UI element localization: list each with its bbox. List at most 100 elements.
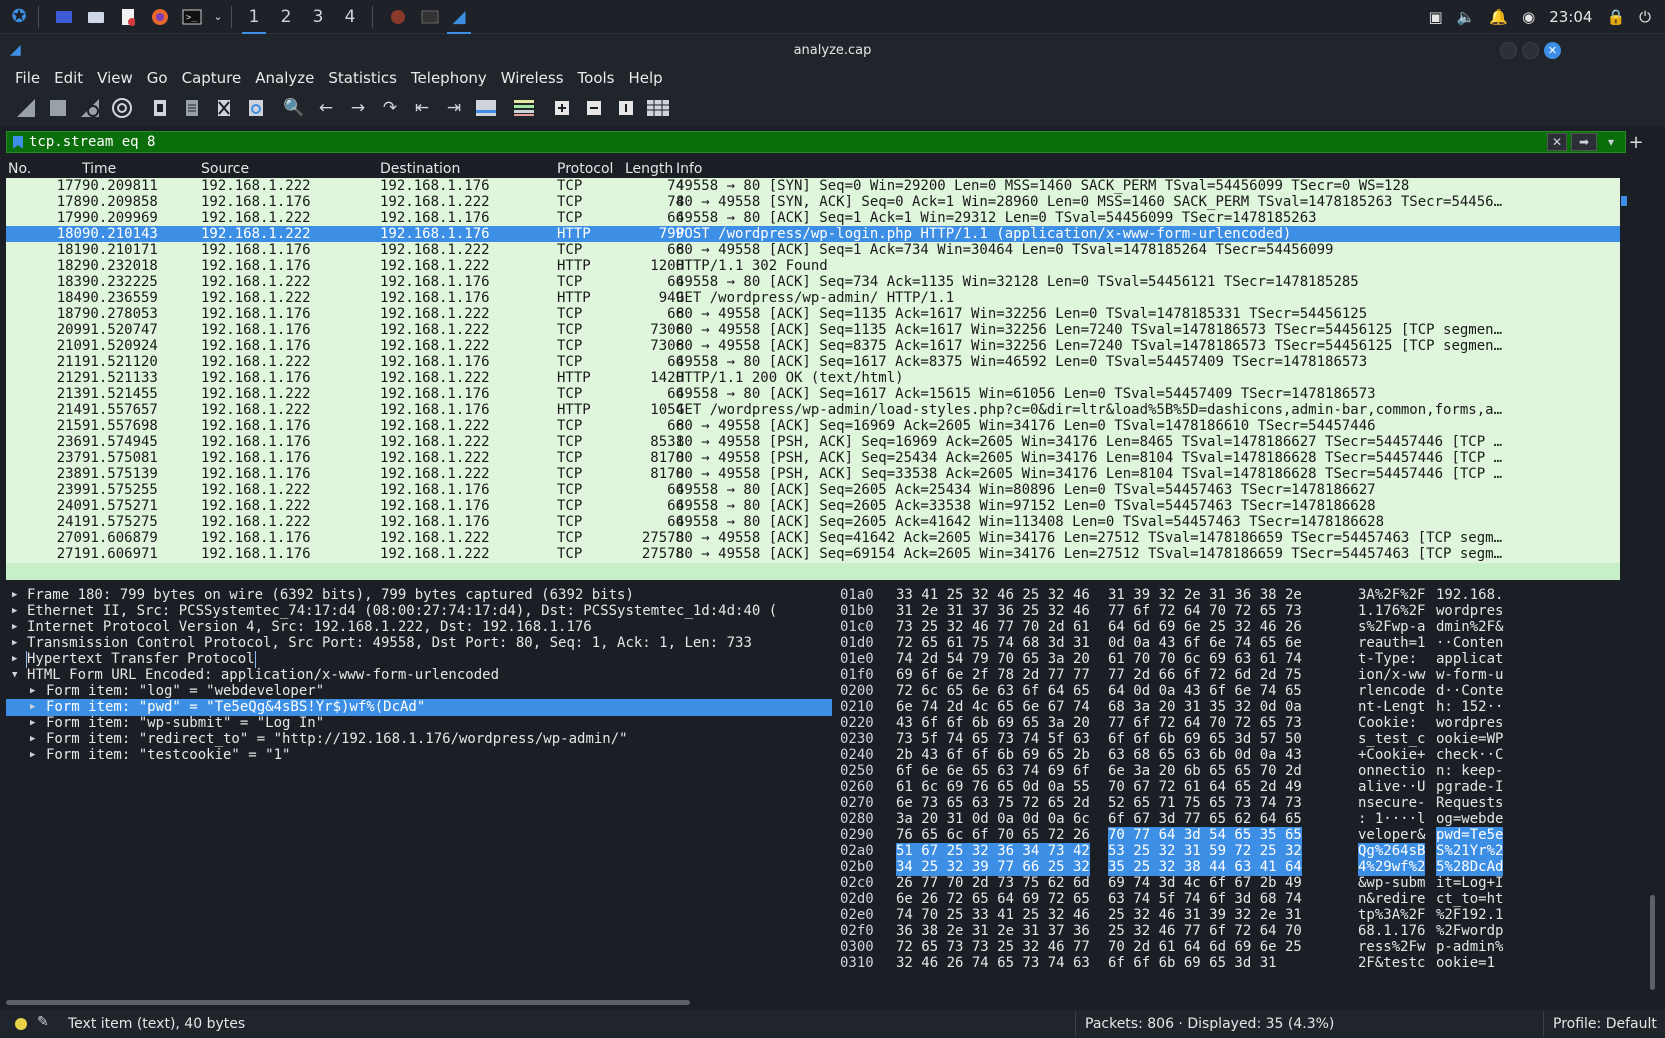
ascii-bytes[interactable]: check··C <box>1436 747 1503 764</box>
hex-bytes[interactable]: 0d 0a 43 6f 6e 74 65 6e <box>1108 635 1302 652</box>
menu-view[interactable]: View <box>90 69 140 87</box>
hex-bytes[interactable]: 69 6f 6e 2f 78 2d 77 77 <box>896 667 1090 684</box>
volume-icon[interactable]: 🔈 <box>1457 8 1476 26</box>
ascii-bytes[interactable]: 5%28DcAd <box>1436 859 1504 876</box>
packet-row[interactable]: 215 91.557698 192.168.1.176 192.168.1.222 TC… <box>6 418 1620 435</box>
save-file-icon[interactable] <box>176 94 208 122</box>
menu-help[interactable]: Help <box>621 69 669 87</box>
ascii-bytes[interactable]: h: 152·· <box>1436 699 1503 716</box>
ascii-bytes[interactable]: wordpres <box>1436 715 1503 732</box>
ascii-bytes[interactable]: dmin%2F& <box>1436 619 1503 636</box>
hex-bytes[interactable]: 26 77 70 2d 73 75 62 6d <box>896 875 1090 892</box>
hex-bytes[interactable]: 72 6c 65 6e 63 6f 64 65 <box>896 683 1090 700</box>
hex-bytes[interactable]: 6f 67 3d 77 65 62 64 65 <box>1108 811 1302 828</box>
ascii-bytes[interactable]: 2F&testc <box>1358 955 1425 972</box>
collapsed-arrow-icon[interactable]: ▶ <box>30 747 42 764</box>
ascii-bytes[interactable]: wordpres <box>1436 603 1503 620</box>
hex-bytes[interactable]: 61 70 70 6c 69 63 61 74 <box>1108 651 1302 668</box>
details-tree-item[interactable]: ▶ Form item: "testcookie" = "1" <box>6 747 832 764</box>
column-header-destination[interactable]: Destination <box>380 161 460 177</box>
collapsed-arrow-icon[interactable]: ▶ <box>30 683 42 700</box>
go-to-packet-icon[interactable]: ↷ <box>374 94 406 122</box>
status-packet-count[interactable]: Packets: 806 · Displayed: 35 (4.3%) <box>1085 1016 1334 1032</box>
hex-bytes[interactable]: 63 74 5f 74 6f 3d 68 74 <box>1108 891 1302 908</box>
text-editor-icon[interactable] <box>115 5 141 29</box>
hex-bytes[interactable]: 77 6f 72 64 70 72 65 73 <box>1108 603 1302 620</box>
details-tree-item[interactable]: ▶ Form item: "redirect_to" = "http://192.… <box>6 731 832 748</box>
hex-bytes[interactable]: 70 67 72 61 64 65 2d 49 <box>1108 779 1302 796</box>
reload-file-icon[interactable] <box>240 94 272 122</box>
workspace-4[interactable]: 4 <box>334 0 366 34</box>
first-packet-icon[interactable]: ⇤ <box>406 94 438 122</box>
status-profile[interactable]: Profile: Default <box>1553 1016 1657 1032</box>
ascii-bytes[interactable]: w-form-u <box>1436 667 1503 684</box>
hex-bytes[interactable]: 35 25 32 38 44 63 41 64 <box>1108 859 1302 876</box>
details-tree-item[interactable]: ▶ Ethernet II, Src: PCSSystemtec_74:17:d4… <box>6 603 832 620</box>
display-filter-bar[interactable]: tcp.stream eq 8 ✕ ➡ ▾ <box>6 131 1626 153</box>
packet-row[interactable]: 241 91.575275 192.168.1.222 192.168.1.176 TC… <box>6 514 1620 531</box>
ascii-bytes[interactable]: nt-Lengt <box>1358 699 1425 716</box>
zoom-in-icon[interactable] <box>546 94 578 122</box>
shark-fin-start-icon[interactable] <box>10 94 42 122</box>
packet-row[interactable]: 209 91.520747 192.168.1.176 192.168.1.222 TC… <box>6 322 1620 339</box>
ascii-bytes[interactable]: 192.168. <box>1436 587 1503 604</box>
clear-filter-icon[interactable]: ✕ <box>1547 133 1567 151</box>
hex-bytes[interactable]: 31 2e 31 37 36 25 32 46 <box>896 603 1090 620</box>
hex-bytes[interactable]: 43 6f 6f 6b 69 65 3a 20 <box>896 715 1090 732</box>
hex-bytes[interactable]: 36 38 2e 31 2e 31 37 36 <box>896 923 1090 940</box>
bookmark-icon[interactable] <box>13 135 23 149</box>
hex-bytes[interactable]: 77 2d 66 6f 72 6d 2d 75 <box>1108 667 1302 684</box>
hex-bytes[interactable]: 6e 26 72 65 64 69 72 65 <box>896 891 1090 908</box>
details-tree-item[interactable]: ▶ Hypertext Transfer Protocol <box>6 651 832 668</box>
packet-row[interactable]: 213 91.521455 192.168.1.222 192.168.1.176 TC… <box>6 386 1620 403</box>
hex-bytes[interactable]: 25 32 46 31 39 32 2e 31 <box>1108 907 1302 924</box>
ascii-bytes[interactable]: 1.176%2F <box>1358 603 1425 620</box>
packet-row[interactable]: 240 91.575271 192.168.1.222 192.168.1.176 TC… <box>6 498 1620 515</box>
details-tree-item[interactable]: ▼ HTML Form URL Encoded: application/x-ww… <box>6 667 832 684</box>
hex-bytes[interactable]: 51 67 25 32 36 34 73 42 <box>896 843 1090 860</box>
desktop-icon[interactable] <box>51 5 77 29</box>
ascii-bytes[interactable]: S%21Yr%2 <box>1436 843 1504 860</box>
packet-list[interactable]: No. Time Source Destination Protocol Len… <box>6 160 1620 580</box>
go-forward-icon[interactable]: → <box>342 94 374 122</box>
last-packet-icon[interactable]: ⇥ <box>438 94 470 122</box>
clipboard-icon[interactable]: ▣ <box>1429 8 1443 26</box>
find-packet-icon[interactable]: 🔍 <box>278 94 310 122</box>
packet-row[interactable]: 238 91.575139 192.168.1.176 192.168.1.222 TC… <box>6 466 1620 483</box>
expanded-arrow-icon[interactable]: ▼ <box>12 667 24 684</box>
ascii-bytes[interactable]: onnectio <box>1358 763 1425 780</box>
collapsed-arrow-icon[interactable]: ▶ <box>12 603 24 620</box>
ascii-bytes[interactable]: rlencode <box>1358 683 1425 700</box>
hex-bytes[interactable]: 70 2d 61 64 6d 69 6e 25 <box>1108 939 1302 956</box>
packet-row[interactable]: 239 91.575255 192.168.1.222 192.168.1.176 TC… <box>6 482 1620 499</box>
packet-row[interactable]: 179 90.209969 192.168.1.222 192.168.1.176 TC… <box>6 210 1620 227</box>
ascii-bytes[interactable]: veloper& <box>1358 827 1425 844</box>
ascii-bytes[interactable]: tp%3A%2F <box>1358 907 1425 924</box>
packet-details-tree[interactable]: ▶ Frame 180: 799 bytes on wire (6392 bits… <box>6 585 832 990</box>
ascii-bytes[interactable]: pgrade-I <box>1436 779 1503 796</box>
ascii-bytes[interactable]: %2Fwordp <box>1436 923 1503 940</box>
hex-bytes[interactable]: 33 41 25 32 46 25 32 46 <box>896 587 1090 604</box>
clock[interactable]: 23:04 <box>1549 8 1592 26</box>
workspace-1[interactable]: 1 <box>238 0 270 34</box>
collapsed-arrow-icon[interactable]: ▶ <box>30 699 42 716</box>
hex-bytes[interactable]: 31 39 32 2e 31 36 38 2e <box>1108 587 1302 604</box>
wireshark-task-icon[interactable]: ◢ <box>443 0 475 34</box>
apply-filter-icon[interactable]: ➡ <box>1571 133 1597 151</box>
menu-analyze[interactable]: Analyze <box>248 69 321 87</box>
ascii-bytes[interactable]: ··Conten <box>1436 635 1503 652</box>
firefox-icon[interactable] <box>147 5 173 29</box>
hex-bytes[interactable]: 6f 6e 6e 65 63 74 69 6f <box>896 763 1090 780</box>
add-filter-button-plus-icon[interactable]: + <box>1625 131 1647 153</box>
workspace-2[interactable]: 2 <box>270 0 302 34</box>
scroll-position-marker[interactable] <box>1621 196 1627 206</box>
hex-bytes[interactable]: 69 74 3d 4c 6f 67 2b 49 <box>1108 875 1302 892</box>
close-window-button[interactable]: ✕ <box>1544 42 1561 59</box>
collapsed-arrow-icon[interactable]: ▶ <box>12 635 24 652</box>
file-manager-icon[interactable] <box>83 5 109 29</box>
ascii-bytes[interactable]: &wp-subm <box>1358 875 1425 892</box>
ascii-bytes[interactable]: 4%29wf%2 <box>1358 859 1426 876</box>
menu-wireless[interactable]: Wireless <box>494 69 571 87</box>
terminal-icon[interactable]: >_ <box>179 5 205 29</box>
app-launcher-icon[interactable]: ✪ <box>6 5 32 29</box>
